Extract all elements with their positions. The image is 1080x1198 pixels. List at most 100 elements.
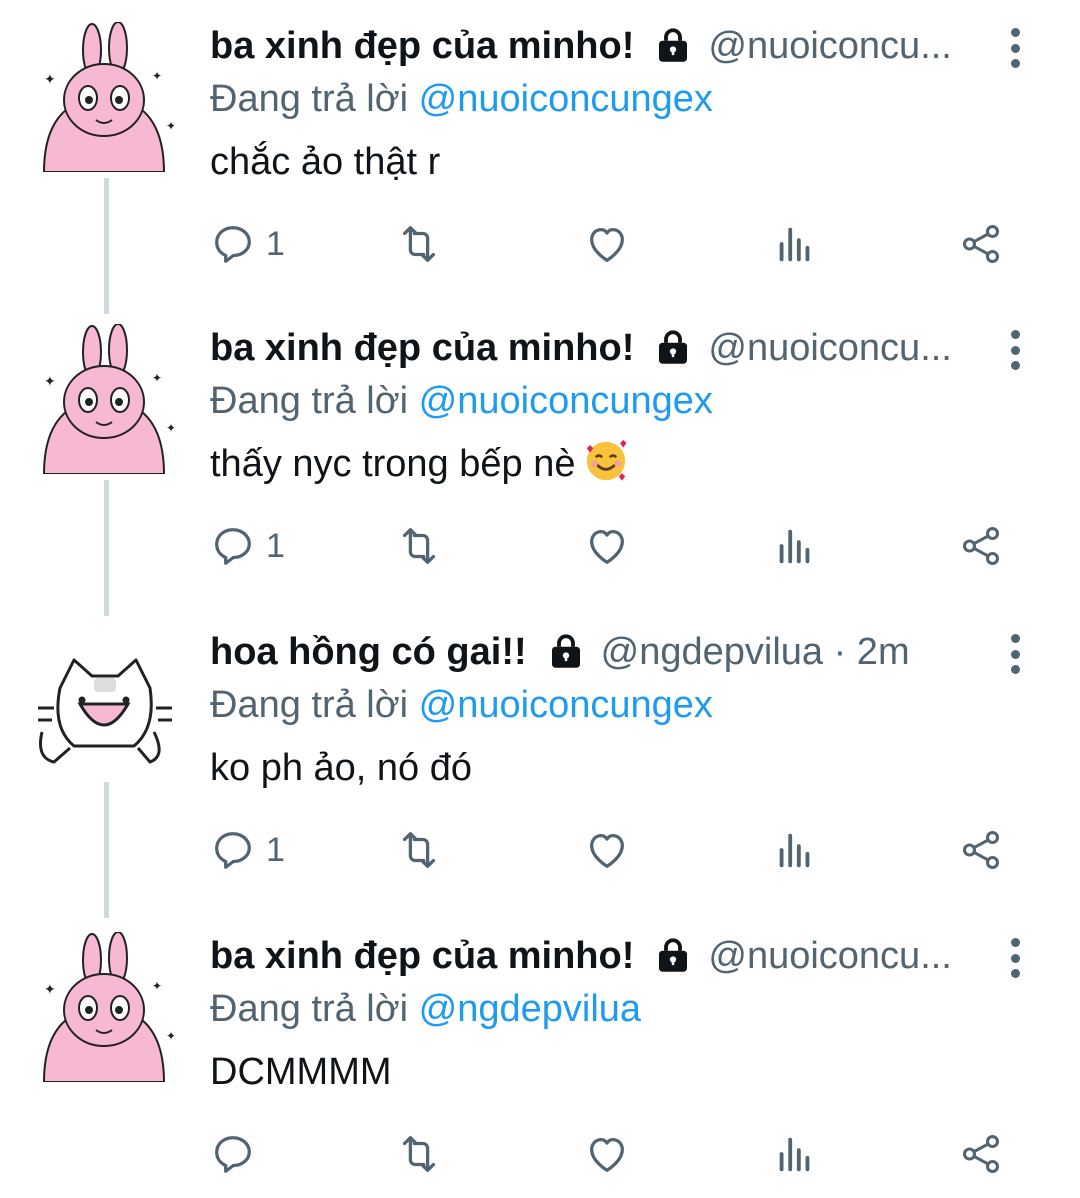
retweet-button[interactable]	[396, 1124, 442, 1184]
tweet[interactable]: ✦ ✦ ✦ ba xinh đẹp của minho! @nuoiconcu.…	[0, 302, 1080, 602]
replying-to: Đang trả lời @nuoiconcungex	[210, 680, 1000, 730]
avatar[interactable]	[34, 628, 174, 778]
reply-icon	[215, 226, 251, 263]
heart-icon	[590, 1137, 624, 1172]
smiling-face-with-hearts-emoji	[587, 439, 627, 481]
replying-to: Đang trả lời @nuoiconcungex	[210, 74, 1000, 124]
svg-text:✦: ✦	[166, 1029, 174, 1043]
display-name[interactable]: ba xinh đẹp của minho!	[210, 25, 634, 68]
action-bar: 1	[210, 820, 1020, 880]
svg-text:✦: ✦	[44, 71, 56, 87]
tweet-text: ko ph ảo, nó đó	[210, 747, 472, 789]
retweet-icon	[402, 528, 436, 564]
retweet-icon	[402, 832, 436, 868]
share-button[interactable]	[958, 516, 1004, 576]
share-icon	[962, 1135, 1000, 1173]
lock-icon	[652, 327, 694, 369]
tweet-text: chắc ảo thật r	[210, 141, 441, 183]
replying-to-label: Đang trả lời	[210, 78, 409, 120]
mention-link[interactable]: @nuoiconcungex	[419, 380, 713, 422]
reply-button[interactable]	[210, 1124, 266, 1184]
action-bar	[210, 1124, 1020, 1184]
reply-button[interactable]: 1	[210, 516, 285, 576]
avatar[interactable]: ✦ ✦ ✦	[34, 932, 174, 1082]
more-vertical-icon[interactable]	[1000, 330, 1030, 370]
reply-icon	[215, 832, 251, 869]
share-button[interactable]	[958, 214, 1004, 274]
more-vertical-icon[interactable]	[1000, 634, 1030, 674]
like-button[interactable]	[584, 516, 630, 576]
views-button[interactable]	[772, 820, 818, 880]
svg-text:✦: ✦	[44, 981, 56, 997]
svg-text:✦: ✦	[44, 373, 56, 389]
views-chart-icon	[779, 1137, 810, 1172]
retweet-button[interactable]	[396, 820, 442, 880]
reply-button[interactable]: 1	[210, 214, 285, 274]
handle[interactable]: @nuoiconcu...	[708, 327, 952, 370]
tweet[interactable]: ✦ ✦ ✦ ba xinh đẹp của minho! @nuoiconcu.…	[0, 0, 1080, 300]
white-cat-doodle-avatar	[36, 640, 172, 776]
reply-icon	[215, 528, 251, 565]
lock-icon	[652, 935, 694, 977]
mention-link[interactable]: @nuoiconcungex	[419, 78, 713, 120]
replying-to-label: Đang trả lời	[210, 684, 409, 726]
pink-bunny-avatar: ✦ ✦ ✦	[36, 324, 174, 474]
svg-text:✦: ✦	[166, 119, 174, 133]
views-button[interactable]	[772, 516, 818, 576]
reply-icon	[215, 1136, 251, 1173]
share-icon	[962, 831, 1000, 869]
tweet[interactable]: hoa hồng có gai!! @ngdepvilua · 2m Đang …	[0, 606, 1080, 906]
mention-link[interactable]: @nuoiconcungex	[419, 684, 713, 726]
like-button[interactable]	[584, 1124, 630, 1184]
views-button[interactable]	[772, 1124, 818, 1184]
display-name[interactable]: ba xinh đẹp của minho!	[210, 935, 634, 978]
like-button[interactable]	[584, 820, 630, 880]
heart-icon	[590, 833, 624, 868]
handle[interactable]: @nuoiconcu...	[708, 25, 952, 68]
pink-bunny-avatar: ✦ ✦ ✦	[36, 22, 174, 172]
tweet-text: DCMMMM	[210, 1051, 392, 1093]
views-chart-icon	[779, 529, 810, 564]
handle[interactable]: @ngdepvilua · 2m	[601, 631, 910, 674]
share-icon	[962, 225, 1000, 263]
reply-count: 1	[266, 526, 285, 565]
replying-to-label: Đang trả lời	[210, 988, 409, 1030]
retweet-icon	[402, 226, 436, 262]
tweet-text-container: thấy nyc trong bếp nè	[210, 428, 1000, 500]
heart-icon	[590, 529, 624, 564]
share-button[interactable]	[958, 1124, 1004, 1184]
lock-icon	[652, 25, 694, 67]
mention-link[interactable]: @ngdepvilua	[419, 988, 641, 1030]
retweet-icon	[402, 1136, 436, 1172]
pink-bunny-avatar: ✦ ✦ ✦	[36, 932, 174, 1082]
avatar[interactable]: ✦ ✦ ✦	[34, 324, 174, 474]
retweet-button[interactable]	[396, 516, 442, 576]
tweet-text: thấy nyc trong bếp nè	[210, 443, 576, 485]
avatar[interactable]: ✦ ✦ ✦	[34, 22, 174, 172]
retweet-button[interactable]	[396, 214, 442, 274]
replying-to: Đang trả lời @nuoiconcungex	[210, 376, 1000, 426]
more-vertical-icon[interactable]	[1000, 938, 1030, 978]
heart-icon	[590, 227, 624, 262]
reply-count: 1	[266, 830, 285, 869]
replying-to: Đang trả lời @ngdepvilua	[210, 984, 1000, 1034]
views-button[interactable]	[772, 214, 818, 274]
action-bar: 1	[210, 214, 1020, 274]
views-chart-icon	[779, 833, 810, 868]
share-icon	[962, 527, 1000, 565]
svg-text:✦: ✦	[152, 371, 162, 385]
display-name[interactable]: ba xinh đẹp của minho!	[210, 327, 634, 370]
like-button[interactable]	[584, 214, 630, 274]
svg-text:✦: ✦	[152, 979, 162, 993]
display-name[interactable]: hoa hồng có gai!!	[210, 631, 527, 674]
handle[interactable]: @nuoiconcu...	[708, 935, 952, 978]
tweet[interactable]: ✦ ✦ ✦ ba xinh đẹp của minho! @nuoiconcu.…	[0, 910, 1080, 1198]
replying-to-label: Đang trả lời	[210, 380, 409, 422]
reply-count: 1	[266, 224, 285, 263]
reply-button[interactable]: 1	[210, 820, 285, 880]
svg-text:✦: ✦	[152, 69, 162, 83]
more-vertical-icon[interactable]	[1000, 28, 1030, 68]
views-chart-icon	[779, 227, 810, 262]
lock-icon	[545, 631, 587, 673]
share-button[interactable]	[958, 820, 1004, 880]
